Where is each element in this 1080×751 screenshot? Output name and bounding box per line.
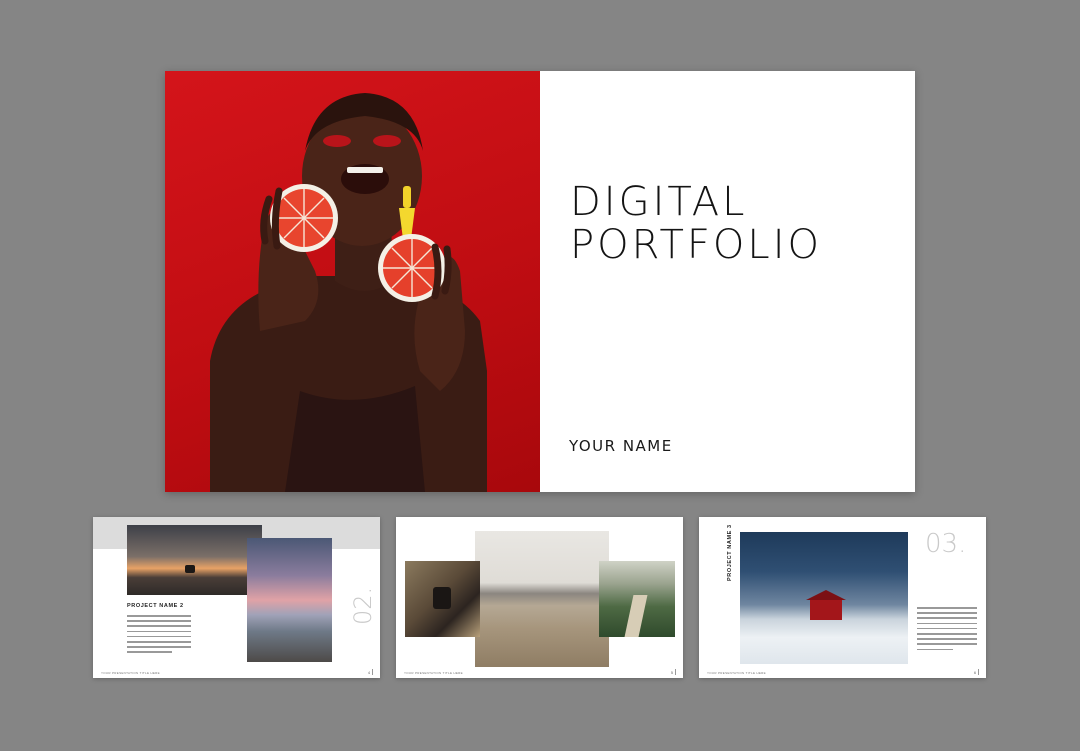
body-text-placeholder <box>917 607 977 654</box>
page-number: 5 <box>671 671 673 675</box>
page-number: 6 <box>974 671 976 675</box>
cover-title: DIGITAL PORTFOLIO <box>570 181 822 267</box>
cover-title-line-2: PORTFOLIO <box>570 222 822 268</box>
page-tick <box>978 669 979 675</box>
page-tick <box>675 669 676 675</box>
photo-red-cabin-snow <box>740 532 908 664</box>
body-text-placeholder <box>127 615 191 657</box>
slide-footer-title: YOUR PRESENTATION TITLE HERE <box>404 671 463 675</box>
project-name: PROJECT NAME 2 <box>127 603 184 609</box>
section-number: 02. <box>349 586 377 625</box>
cover-photo-woman-with-grapefruit <box>165 71 540 492</box>
photo-vintage-camera <box>405 561 480 637</box>
page-number: 4 <box>368 671 370 675</box>
photo-desert-dunes <box>475 531 609 667</box>
page-tick <box>372 669 373 675</box>
slide-thumbnail-project-3[interactable]: PROJECT NAME 3 03. YOUR PRESENTATION TIT… <box>699 517 986 678</box>
cover-title-line-1: DIGITAL <box>570 179 748 225</box>
portrait-illustration <box>210 93 487 492</box>
cover-author-name: YOUR NAME <box>569 437 673 455</box>
slide-thumbnail-gallery[interactable]: YOUR PRESENTATION TITLE HERE 5 <box>396 517 683 678</box>
slide-footer-title: YOUR PRESENTATION TITLE HERE <box>707 671 766 675</box>
slide-thumbnail-project-2[interactable]: 02. PROJECT NAME 2 YOUR PRESENTATION TIT… <box>93 517 380 678</box>
project-name: PROJECT NAME 3 <box>727 524 733 581</box>
slide-footer-title: YOUR PRESENTATION TITLE HERE <box>101 671 160 675</box>
section-number: 03. <box>925 529 967 559</box>
photo-beach-dusk <box>247 538 332 662</box>
photo-forest-river <box>599 561 675 637</box>
photo-sunset-rider <box>127 525 262 595</box>
cover-slide[interactable]: DIGITAL PORTFOLIO YOUR NAME <box>165 71 915 492</box>
